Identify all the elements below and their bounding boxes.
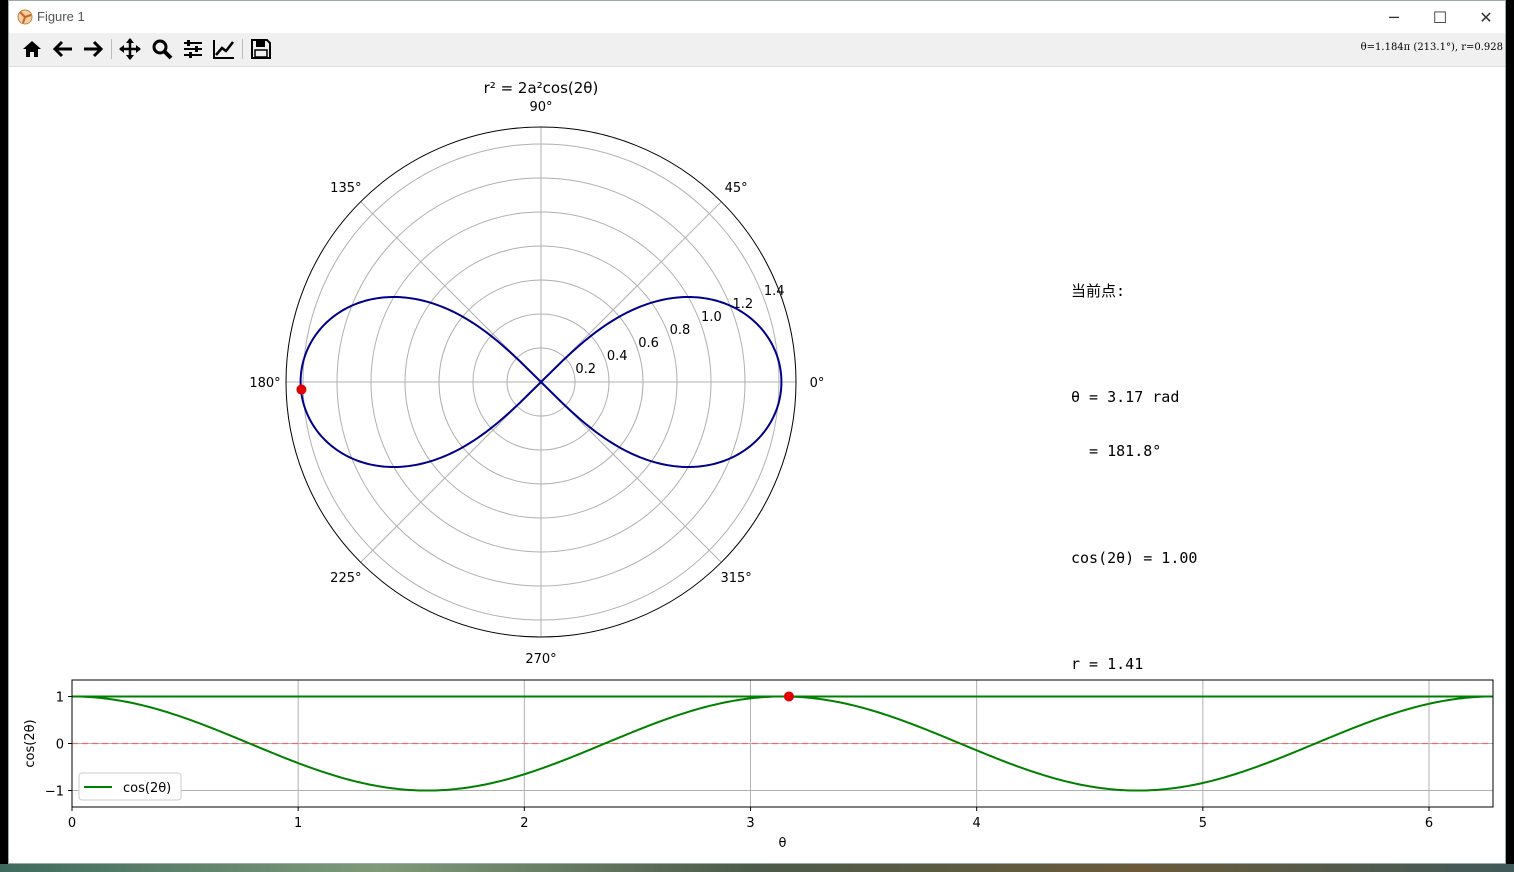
theta-tick-label: 315° — [720, 571, 751, 586]
x-tick-label: 4 — [973, 816, 981, 831]
y-axis-label: cos(2θ) — [23, 719, 38, 767]
theta-tick-label: 270° — [525, 652, 556, 667]
r-tick-label: 1.0 — [701, 310, 722, 325]
legend-label: cos(2θ) — [123, 781, 171, 796]
theta-tick-label: 0° — [810, 376, 825, 391]
r-tick-label: 0.2 — [575, 362, 596, 377]
cos-axes: 0 1 2 3 4 5 6 1 0 −1 θ cos(2θ) cos(2θ) — [23, 679, 1494, 851]
figure-canvas[interactable]: r² = 2a²cos(2θ) 0° 45° 90° 135° 180° 225° 270° 3… — [0, 0, 1514, 872]
y-tick-label: 0 — [56, 738, 64, 753]
x-axis-label: θ — [779, 836, 787, 851]
theta-tick-label: 45° — [725, 181, 748, 196]
y-tick-label: 1 — [56, 690, 64, 705]
y-tick-label: −1 — [45, 785, 64, 800]
x-tick-label: 6 — [1425, 816, 1433, 831]
r-tick-label: 1.2 — [732, 297, 753, 312]
x-tick-label: 2 — [520, 816, 528, 831]
theta-tick-label: 135° — [330, 181, 361, 196]
theta-tick-label: 180° — [249, 376, 280, 391]
current-point-marker — [296, 384, 307, 395]
theta-tick-label: 90° — [529, 100, 552, 115]
current-point-marker — [783, 691, 794, 702]
r-tick-label: 0.4 — [607, 349, 628, 364]
x-tick-label: 1 — [294, 816, 302, 831]
theta-tick-label: 225° — [330, 571, 361, 586]
polar-title: r² = 2a²cos(2θ) — [484, 79, 599, 97]
x-tick-label: 0 — [68, 816, 76, 831]
x-tick-label: 3 — [746, 816, 754, 831]
r-tick-label: 0.8 — [670, 323, 691, 338]
polar-axes: r² = 2a²cos(2θ) 0° 45° 90° 135° 180° 225° 270° 3… — [249, 79, 824, 667]
r-tick-label: 0.6 — [638, 336, 659, 351]
x-tick-label: 5 — [1199, 816, 1207, 831]
